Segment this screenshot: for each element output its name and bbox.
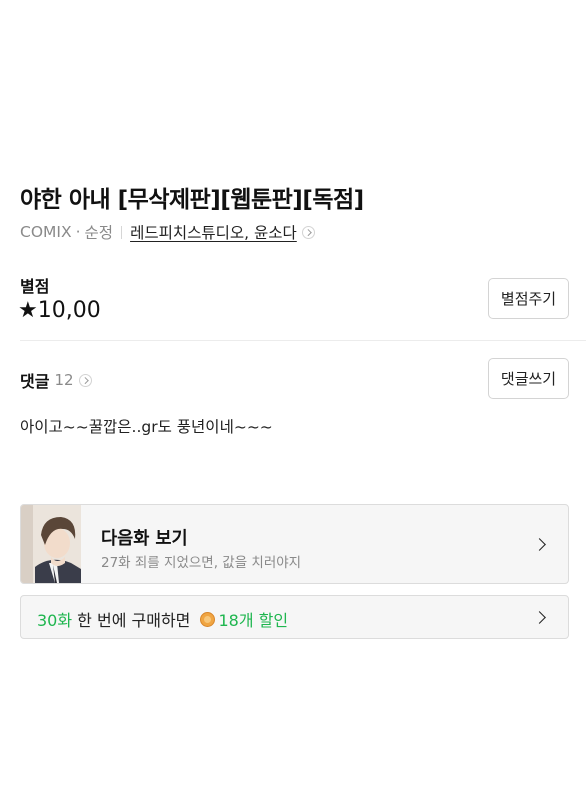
comments-label: 댓글	[20, 372, 50, 391]
latest-comment: 아이고~~꿀깝은..gr도 풍년이네~~~	[20, 418, 273, 436]
authors-link[interactable]: 레드피치스튜디오, 윤소다	[130, 221, 297, 243]
bulk-purchase-banner[interactable]: 30화 한 번에 구매하면 18개 할인	[20, 595, 569, 639]
genre-label: 순정	[84, 224, 114, 242]
meta-dot: ·	[75, 223, 81, 241]
star-icon: ★	[18, 298, 38, 323]
next-episode-card[interactable]: 다음화 보기 27화 죄를 지었으면, 값을 치러야지	[20, 504, 569, 584]
chevron-right-icon[interactable]	[301, 225, 315, 239]
promo-discount: 18개 할인	[218, 611, 289, 630]
chevron-right-icon	[533, 611, 546, 624]
comments-header[interactable]: 댓글 12	[20, 368, 92, 392]
work-detail-page: 야한 아내 [무삭제판][웹툰판][독점] COMIX · 순정 레드피치스튜디…	[0, 0, 586, 790]
promo-text: 30화 한 번에 구매하면 18개 할인	[37, 607, 288, 631]
rating-score: 10,00	[37, 298, 101, 323]
rating-value: ★10,00	[18, 298, 101, 323]
promo-episodes: 30화	[37, 611, 73, 630]
work-title: 야한 아내 [무삭제판][웹툰판][독점]	[20, 187, 364, 213]
episode-thumbnail	[21, 505, 81, 583]
work-meta: COMIX · 순정 레드피치스튜디오, 윤소다	[20, 221, 315, 243]
rate-button[interactable]: 별점주기	[488, 278, 569, 319]
next-episode-subtitle: 27화 죄를 지었으면, 값을 치러야지	[101, 555, 302, 571]
meta-divider	[121, 225, 123, 239]
chevron-right-icon	[533, 538, 546, 551]
promo-body: 한 번에 구매하면	[72, 611, 196, 630]
write-comment-button[interactable]: 댓글쓰기	[488, 358, 569, 399]
comments-count: 12	[54, 371, 74, 389]
divider	[20, 340, 586, 341]
coin-icon	[200, 611, 216, 627]
rating-label: 별점	[20, 277, 50, 296]
next-episode-title: 다음화 보기	[101, 529, 188, 549]
chevron-right-icon[interactable]	[78, 373, 92, 387]
publisher-label: COMIX	[20, 223, 72, 241]
